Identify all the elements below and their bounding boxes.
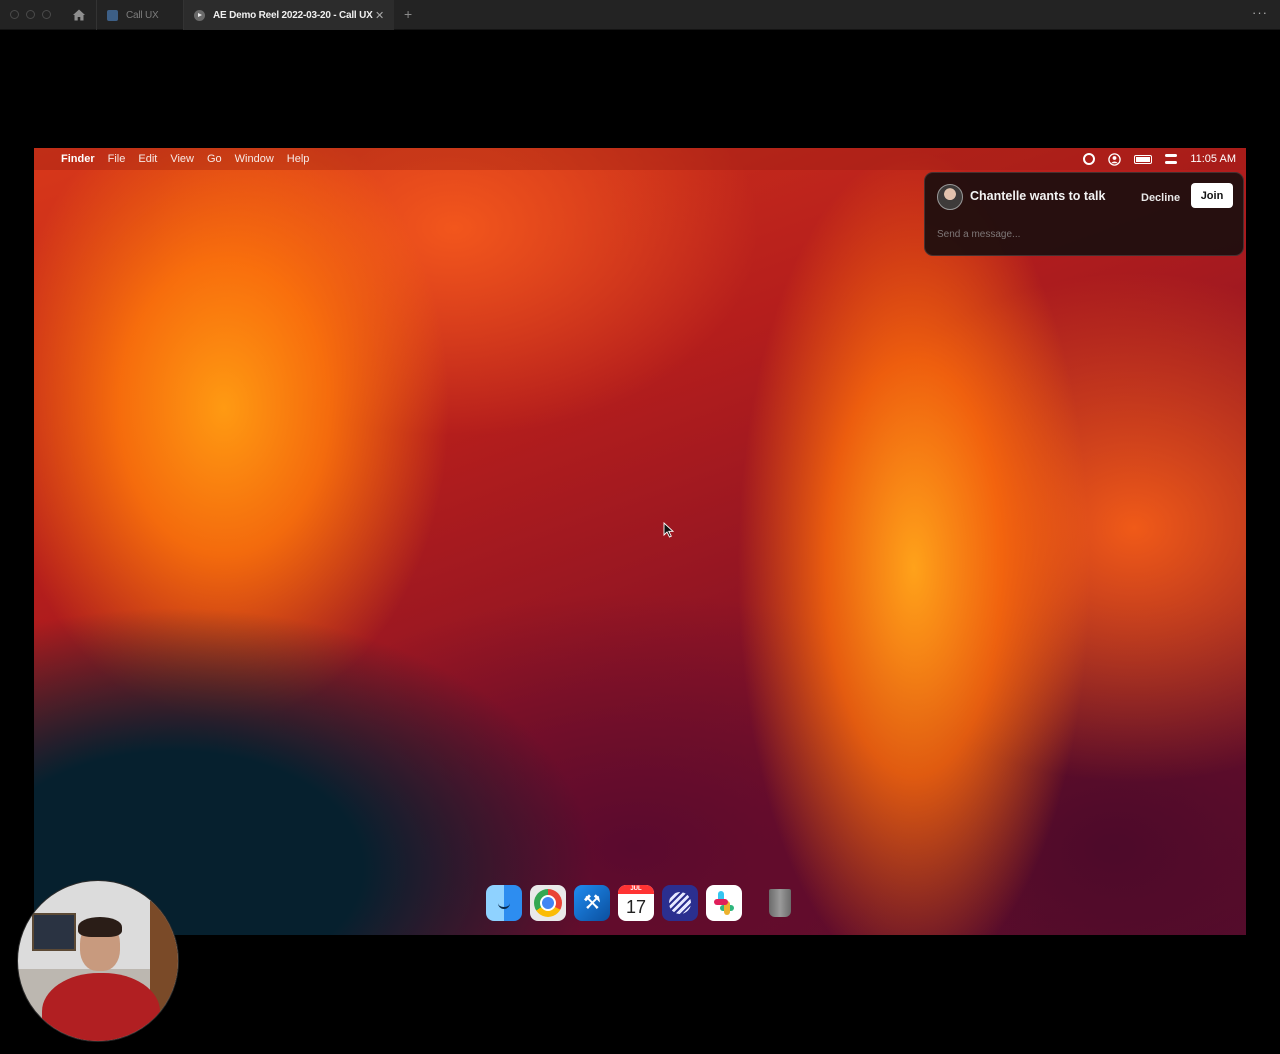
dock: JUL 17 (481, 879, 801, 927)
tab-ae-demo-reel[interactable]: AE Demo Reel 2022-03-20 - Call UX ✕ (184, 0, 394, 30)
user-icon[interactable] (1108, 152, 1122, 166)
dock-finder-icon[interactable] (486, 885, 522, 921)
wall-picture (32, 913, 76, 951)
battery-icon[interactable] (1134, 154, 1153, 164)
tab-call-ux[interactable]: Call UX (96, 0, 184, 30)
dock-xcode-icon[interactable] (574, 885, 610, 921)
close-window-button[interactable] (10, 10, 19, 19)
minimize-window-button[interactable] (26, 10, 35, 19)
mac-menu-bar: Finder File Edit View Go Window Help 11:… (34, 148, 1246, 170)
menu-help[interactable]: Help (287, 153, 310, 165)
avatar (937, 184, 963, 210)
tab-label: Call UX (126, 9, 159, 21)
menu-finder[interactable]: Finder (61, 153, 95, 165)
mouse-pointer-icon (663, 522, 675, 538)
play-icon (194, 9, 205, 21)
menu-bar-clock[interactable]: 11:05 AM (1190, 153, 1236, 165)
calendar-day-label: 17 (625, 897, 647, 917)
calendar-month-label: JUL (618, 885, 654, 894)
presenter-hair (78, 917, 122, 937)
join-button[interactable]: Join (1191, 183, 1233, 208)
dock-linear-icon[interactable] (662, 885, 698, 921)
dock-slack-icon[interactable] (706, 885, 742, 921)
new-tab-button[interactable]: + (404, 6, 412, 22)
zoom-window-button[interactable] (42, 10, 51, 19)
presenter-webcam-bubble[interactable] (17, 880, 179, 1042)
video-frame-desktop: Finder File Edit View Go Window Help 11:… (34, 148, 1246, 935)
close-tab-icon[interactable]: ✕ (375, 9, 384, 22)
screen-record-icon[interactable] (1083, 153, 1096, 165)
menu-window[interactable]: Window (235, 153, 274, 165)
home-icon[interactable] (72, 8, 86, 22)
more-options-icon[interactable]: ··· (1252, 5, 1268, 20)
control-center-icon[interactable] (1165, 154, 1178, 164)
message-input[interactable] (937, 229, 1227, 240)
incoming-call-notification: Chantelle wants to talk Decline Join (924, 172, 1244, 256)
menu-file[interactable]: File (108, 153, 126, 165)
dock-trash-icon[interactable] (762, 885, 798, 921)
menu-go[interactable]: Go (207, 153, 222, 165)
tab-label: AE Demo Reel 2022-03-20 - Call UX (213, 9, 373, 21)
figma-file-icon (107, 9, 118, 21)
notification-title: Chantelle wants to talk (970, 189, 1106, 203)
menu-edit[interactable]: Edit (138, 153, 157, 165)
presenter-shirt (42, 973, 160, 1041)
dock-calendar-icon[interactable]: JUL 17 (618, 885, 654, 921)
menu-view[interactable]: View (170, 153, 194, 165)
decline-button[interactable]: Decline (1135, 186, 1186, 210)
dock-chrome-icon[interactable] (530, 885, 566, 921)
status-area: 11:05 AM (1083, 148, 1236, 170)
browser-tab-bar: Call UX AE Demo Reel 2022-03-20 - Call U… (0, 0, 1280, 30)
